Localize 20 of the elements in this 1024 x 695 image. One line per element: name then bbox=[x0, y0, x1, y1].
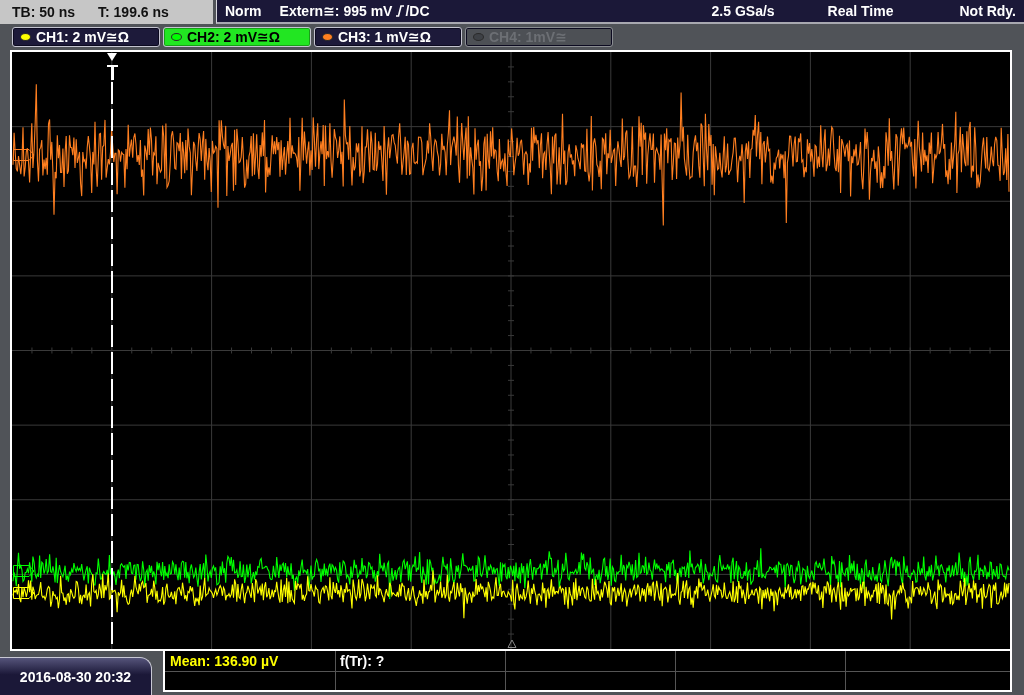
trigger-level: Extern≅: 995 mV bbox=[279, 3, 393, 19]
reference-marker-icon bbox=[507, 639, 517, 648]
channel-marker-icon bbox=[13, 149, 35, 161]
channel-tab[interactable]: CH1: 2 mV≅Ω bbox=[12, 27, 160, 47]
rising-edge-icon bbox=[396, 5, 405, 17]
sample-rate: 2.5 GSa/s bbox=[711, 3, 775, 19]
channel-tab[interactable]: CH3: 1 mV≅Ω bbox=[314, 27, 462, 47]
acquisition-mode: Real Time bbox=[827, 3, 894, 19]
trigger-position: T: 199.6 ns bbox=[98, 4, 169, 20]
trigger-mode: Norm bbox=[225, 3, 262, 19]
trigger-coupling: /DC bbox=[405, 3, 430, 19]
measurement-reading: f(Tr): ? bbox=[340, 654, 385, 668]
date-time: 2016-08-30 20:32 bbox=[0, 657, 152, 695]
acquisition-status: Not Rdy. bbox=[959, 3, 1016, 19]
measurement-reading: Mean: 136.90 µV bbox=[170, 654, 279, 668]
channel-marker-icon bbox=[13, 565, 35, 577]
channel-tab[interactable]: CH2: 2 mV≅Ω bbox=[163, 27, 311, 47]
timebase-scale: TB: 50 ns bbox=[12, 4, 75, 20]
channel-marker-icon bbox=[13, 587, 35, 599]
trigger-marker-icon[interactable] bbox=[107, 53, 118, 80]
